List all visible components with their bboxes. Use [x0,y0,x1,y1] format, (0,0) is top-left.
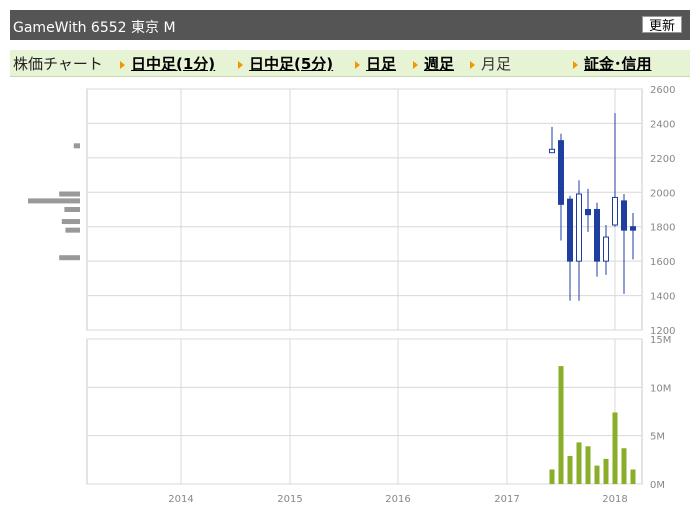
volume-bar [603,458,609,484]
volume-profile-bar [64,207,80,212]
volume-profile-bar [59,191,80,197]
x-tick-label: 2017 [494,494,519,505]
volume-profile-bar [59,255,80,261]
volume-profile-bar [28,198,80,204]
price-tick-label: 1400 [650,292,675,303]
volume-bar [630,469,636,484]
x-tick-label: 2018 [602,494,627,505]
volume-bar [549,469,555,484]
candle-body [603,236,609,262]
volume-tick-label: 10M [650,383,671,394]
volume-profile-bar [65,227,80,233]
volume-profile-bar [61,219,80,225]
volume-bar [594,465,600,484]
volume-tick-label: 0M [650,480,665,491]
price-tick-label: 1800 [650,223,675,234]
candle-body [576,193,582,262]
x-tick-label: 2015 [277,494,302,505]
candle-body [612,196,618,226]
volume-profile-bar [73,143,80,149]
stock-charts: 2600240022002000180016001400120015M10M5M… [28,85,675,505]
candle-body [594,209,600,262]
price-tick-label: 2200 [650,154,675,165]
candle-body [630,226,636,231]
x-tick-label: 2014 [168,494,193,505]
candle-body [558,140,564,205]
volume-bar [576,442,582,484]
volume-bar [612,412,618,484]
volume-bar [585,446,591,484]
candle-body [567,198,573,262]
candle-body [585,209,591,216]
price-tick-label: 1600 [650,257,675,268]
x-tick-label: 2016 [385,494,410,505]
volume-bar [558,366,564,484]
volume-bar [567,455,573,484]
volume-tick-label: 5M [650,432,665,443]
candle-body [549,148,555,154]
price-tick-label: 2000 [650,188,675,199]
volume-tick-label: 15M [650,335,671,346]
price-tick-label: 2600 [650,85,675,96]
candle-body [621,200,627,231]
volume-bar [621,448,627,484]
price-tick-label: 2400 [650,119,675,130]
price-panel [86,88,643,331]
